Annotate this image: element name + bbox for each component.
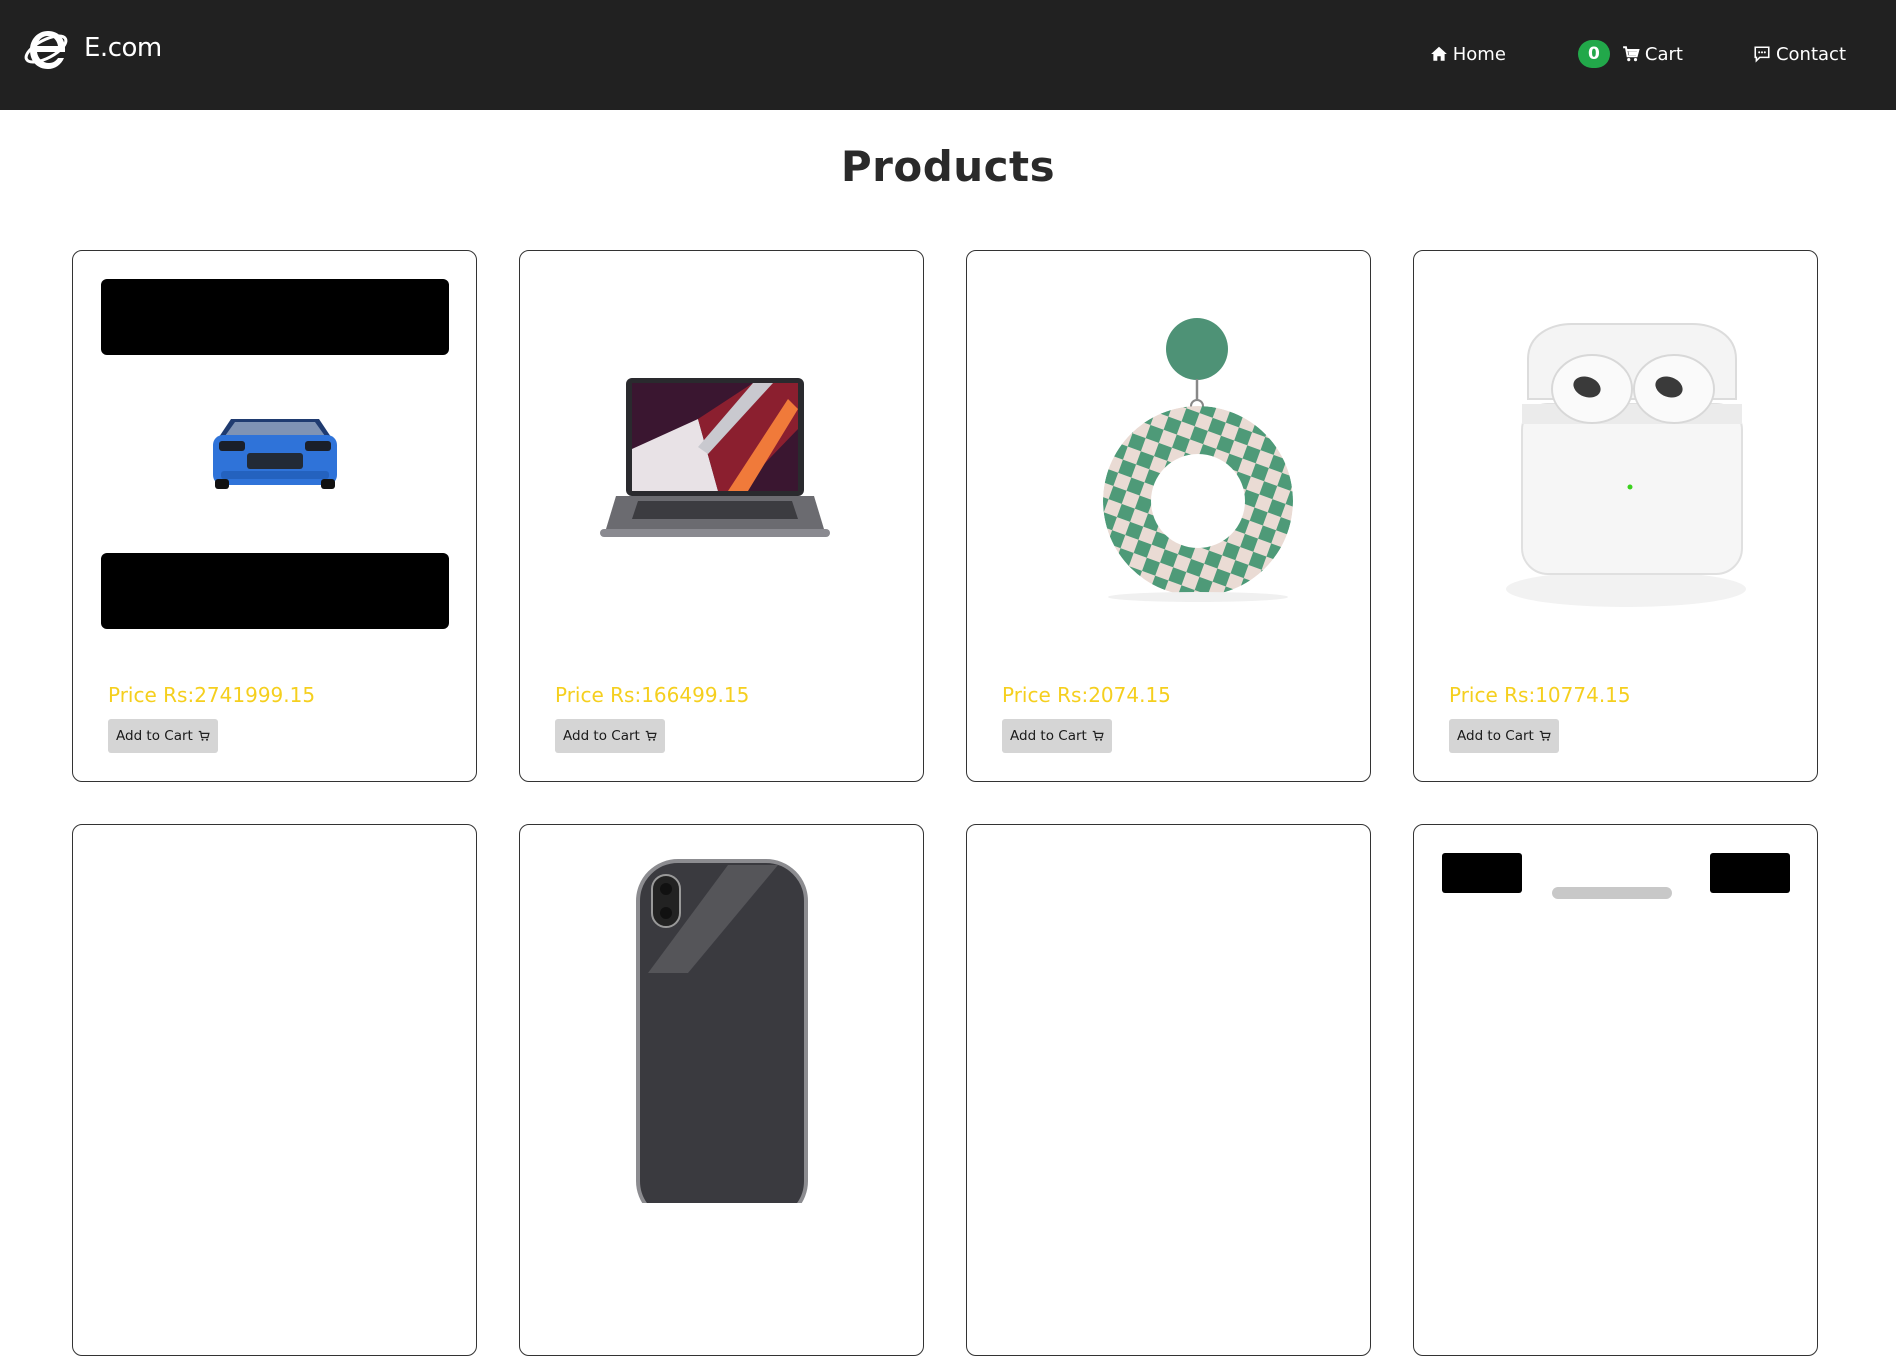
add-to-cart-label: Add to Cart [1457,728,1534,744]
product-card: Price Rs:10774.15 Add to Cart [1413,250,1818,782]
product-grid: Price Rs:2741999.15 Add to Cart Price Rs… [72,250,1819,1356]
add-to-cart-label: Add to Cart [1010,728,1087,744]
earring-image-icon [1103,318,1293,602]
product-card: Price Rs:2741999.15 Add to Cart [72,250,477,782]
laptop-image-icon [600,378,830,537]
cart-icon [198,730,210,741]
product-photo-icon [1442,853,1790,899]
product-image-earring[interactable] [995,279,1343,629]
nav-contact-label: Contact [1775,43,1846,65]
nav-home-label: Home [1452,43,1506,65]
product-card: Price Rs:2074.15 Add to Cart [966,250,1371,782]
cart-icon [645,730,657,741]
product-image-earbuds[interactable] [1442,279,1790,629]
earbuds-image-icon [1506,323,1746,607]
nav-cart-link[interactable]: 0 Cart [1577,40,1683,68]
brand-name: E.com [84,33,162,63]
nav-home-link[interactable]: Home [1430,44,1506,65]
product-card [72,824,477,1356]
product-price: Price Rs:2074.15 [1002,683,1171,707]
chat-icon [1754,46,1770,63]
nav-links: Home 0 Cart Contact [1430,40,1846,68]
add-to-cart-label: Add to Cart [563,728,640,744]
add-to-cart-label: Add to Cart [116,728,193,744]
product-price: Price Rs:10774.15 [1449,683,1631,707]
car-image-icon [101,279,449,629]
product-image[interactable] [101,853,449,1203]
cart-count-badge: 0 [1577,40,1610,68]
product-card [1413,824,1818,1356]
ie-logo-icon [24,31,68,69]
product-price: Price Rs:166499.15 [555,683,750,707]
cart-icon [1539,730,1551,741]
product-card [966,824,1371,1356]
nav-cart-label: Cart [1644,43,1683,65]
product-card [519,824,924,1356]
brand[interactable]: E.com [22,24,162,72]
product-card: Price Rs:166499.15 Add to Cart [519,250,924,782]
add-to-cart-button[interactable]: Add to Cart [1002,719,1112,753]
page-title: Products [840,142,1056,191]
product-image[interactable] [995,853,1343,1203]
product-price: Price Rs:2741999.15 [108,683,316,707]
add-to-cart-button[interactable]: Add to Cart [108,719,218,753]
navbar: E.com Home 0 Cart Contact [0,0,1896,110]
cart-icon [1623,46,1640,62]
product-image-phone[interactable] [548,853,896,1203]
nav-contact-link[interactable]: Contact [1753,44,1846,65]
product-image-car[interactable] [101,279,449,629]
product-image-laptop[interactable] [548,279,896,629]
cart-icon [1092,730,1104,741]
home-icon [1430,46,1447,61]
phone-image-icon [636,859,808,1203]
add-to-cart-button[interactable]: Add to Cart [1449,719,1559,753]
product-image[interactable] [1442,853,1790,1203]
add-to-cart-button[interactable]: Add to Cart [555,719,665,753]
